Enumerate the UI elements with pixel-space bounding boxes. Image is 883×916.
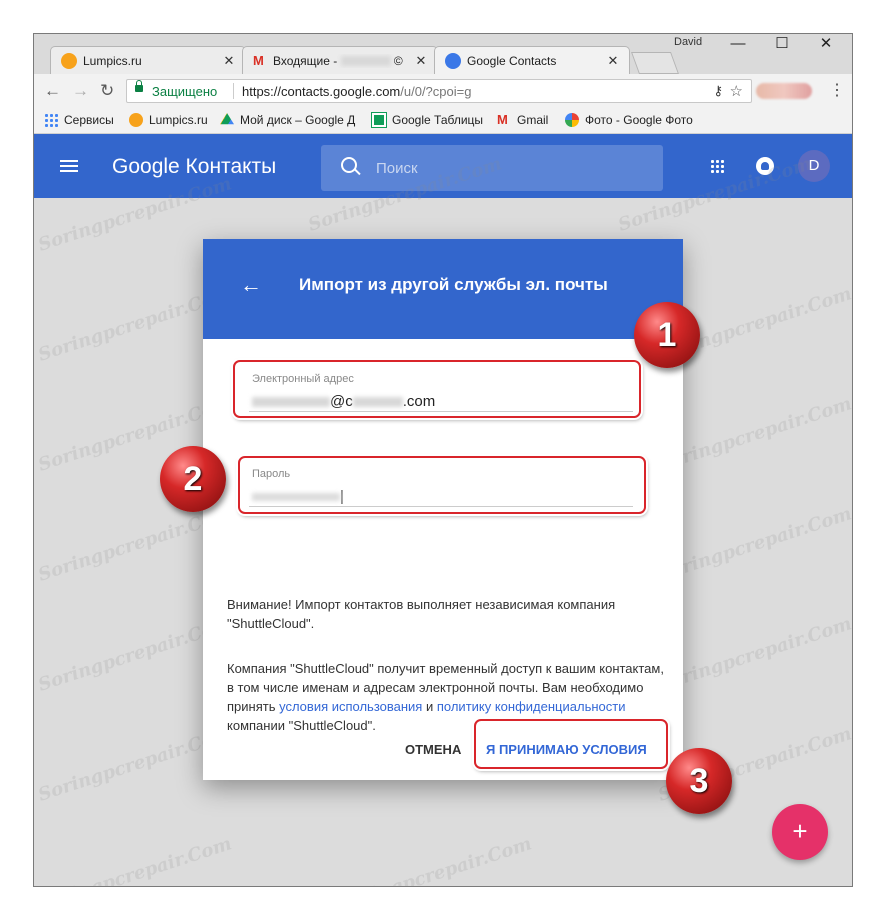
browser-window: Lumpics.ru ✕ M Входящие - © ✕ Google Con… bbox=[33, 33, 853, 887]
add-contact-button[interactable]: + bbox=[772, 804, 828, 860]
bookmarks-bar: Сервисы Lumpics.ru Мой диск – Google Д G… bbox=[34, 108, 852, 134]
menu-icon[interactable] bbox=[60, 160, 78, 172]
bookmark-sheets[interactable]: Google Таблицы bbox=[371, 112, 484, 128]
lumpics-icon bbox=[129, 113, 143, 127]
watermark: Soringpcrepair.Com bbox=[35, 833, 235, 887]
tab-gmail[interactable]: M Входящие - © ✕ bbox=[242, 46, 438, 74]
search-icon bbox=[341, 157, 357, 173]
close-tab-icon[interactable]: ✕ bbox=[221, 53, 237, 69]
contacts-favicon-icon bbox=[445, 52, 461, 69]
app-title: Google Контакты bbox=[112, 155, 277, 178]
callout-step-1: 1 bbox=[634, 302, 700, 368]
bookmark-label: Lumpics.ru bbox=[149, 113, 208, 127]
callout-step-3: 3 bbox=[666, 748, 732, 814]
close-tab-icon[interactable]: ✕ bbox=[605, 53, 621, 69]
dialog-title: Импорт из другой службы эл. почты bbox=[299, 275, 608, 294]
bookmark-label: Мой диск – Google Д bbox=[240, 113, 356, 127]
highlight-password bbox=[238, 456, 646, 514]
watermark: Soringpcrepair.Com bbox=[335, 833, 535, 887]
secure-label: Защищено bbox=[152, 84, 218, 99]
bookmark-apps[interactable]: Сервисы bbox=[44, 113, 114, 127]
sheets-icon bbox=[371, 112, 387, 128]
forward-arrow-icon[interactable]: → bbox=[72, 81, 89, 101]
avatar[interactable]: D bbox=[798, 150, 830, 182]
tab-google-contacts[interactable]: Google Contacts ✕ bbox=[434, 46, 630, 74]
reload-icon[interactable]: ↻ bbox=[100, 81, 114, 101]
gmail-icon: M bbox=[497, 112, 508, 127]
lumpics-favicon-icon bbox=[61, 52, 77, 69]
address-bar[interactable]: Защищено https://contacts.google.com/u/0… bbox=[126, 79, 752, 103]
key-icon[interactable]: ⚷ bbox=[713, 83, 723, 99]
highlight-accept bbox=[474, 719, 668, 769]
tab-strip: Lumpics.ru ✕ M Входящие - © ✕ Google Con… bbox=[34, 34, 852, 74]
close-window-icon[interactable]: ✕ bbox=[806, 34, 846, 54]
minimize-icon[interactable]: — bbox=[718, 34, 758, 54]
contacts-app-bar: Google Контакты Поиск D bbox=[34, 134, 852, 198]
dialog-header: ← Импорт из другой службы эл. почты bbox=[203, 239, 683, 339]
maximize-icon[interactable]: ☐ bbox=[762, 34, 802, 54]
bookmark-label: Фото - Google Фото bbox=[585, 113, 693, 127]
bookmark-star-icon[interactable]: ☆ bbox=[730, 82, 743, 100]
search-bar[interactable]: Поиск bbox=[321, 145, 663, 191]
back-arrow-icon[interactable]: ← bbox=[44, 81, 61, 101]
extension-icons[interactable] bbox=[756, 83, 812, 99]
url-text[interactable]: https://contacts.google.com/u/0/?cpoi=g bbox=[242, 84, 471, 99]
privacy-link[interactable]: политику конфиденциальности bbox=[437, 699, 626, 714]
omnibox-separator bbox=[233, 83, 234, 99]
close-tab-icon[interactable]: ✕ bbox=[413, 53, 429, 69]
back-arrow-icon[interactable]: ← bbox=[240, 272, 262, 298]
cancel-button[interactable]: ОТМЕНА bbox=[405, 742, 461, 757]
tab-lumpics[interactable]: Lumpics.ru ✕ bbox=[50, 46, 246, 74]
tab-title: Lumpics.ru bbox=[83, 53, 142, 68]
highlight-email bbox=[233, 360, 641, 418]
import-dialog: ← Импорт из другой службы эл. почты Элек… bbox=[203, 239, 683, 780]
bookmark-photos[interactable]: Фото - Google Фото bbox=[565, 113, 693, 127]
terms-link[interactable]: условия использования bbox=[279, 699, 422, 714]
photos-icon bbox=[565, 113, 579, 127]
apps-icon bbox=[44, 113, 58, 127]
bookmark-gmail[interactable]: M Gmail bbox=[497, 112, 549, 128]
new-tab-button[interactable] bbox=[630, 52, 680, 74]
watermark: Soringpcrepair.Com bbox=[655, 503, 853, 586]
apps-grid-icon[interactable] bbox=[710, 159, 724, 173]
tab-title: Google Contacts bbox=[467, 53, 557, 68]
browser-menu-icon[interactable]: ⋮ bbox=[829, 80, 845, 100]
gmail-favicon-icon: M bbox=[253, 52, 264, 68]
bookmark-label: Google Таблицы bbox=[392, 113, 484, 127]
watermark: Soringpcrepair.Com bbox=[655, 613, 853, 696]
notifications-icon[interactable] bbox=[756, 157, 774, 175]
search-input[interactable]: Поиск bbox=[376, 160, 418, 177]
tab-title: Входящие - © bbox=[273, 53, 403, 68]
bookmark-drive[interactable]: Мой диск – Google Д bbox=[220, 113, 355, 127]
lock-icon bbox=[135, 80, 143, 92]
profile-name[interactable]: David bbox=[674, 36, 702, 48]
warning-text: Внимание! Импорт контактов выполняет нез… bbox=[227, 597, 616, 631]
bookmark-lumpics[interactable]: Lumpics.ru bbox=[129, 113, 208, 127]
bookmark-label: Сервисы bbox=[64, 113, 114, 127]
drive-icon bbox=[220, 113, 234, 125]
bookmark-label: Gmail bbox=[517, 113, 549, 127]
watermark: Soringpcrepair.Com bbox=[655, 393, 853, 476]
browser-toolbar: ← → ↻ Защищено https://contacts.google.c… bbox=[34, 74, 852, 108]
callout-step-2: 2 bbox=[160, 446, 226, 512]
